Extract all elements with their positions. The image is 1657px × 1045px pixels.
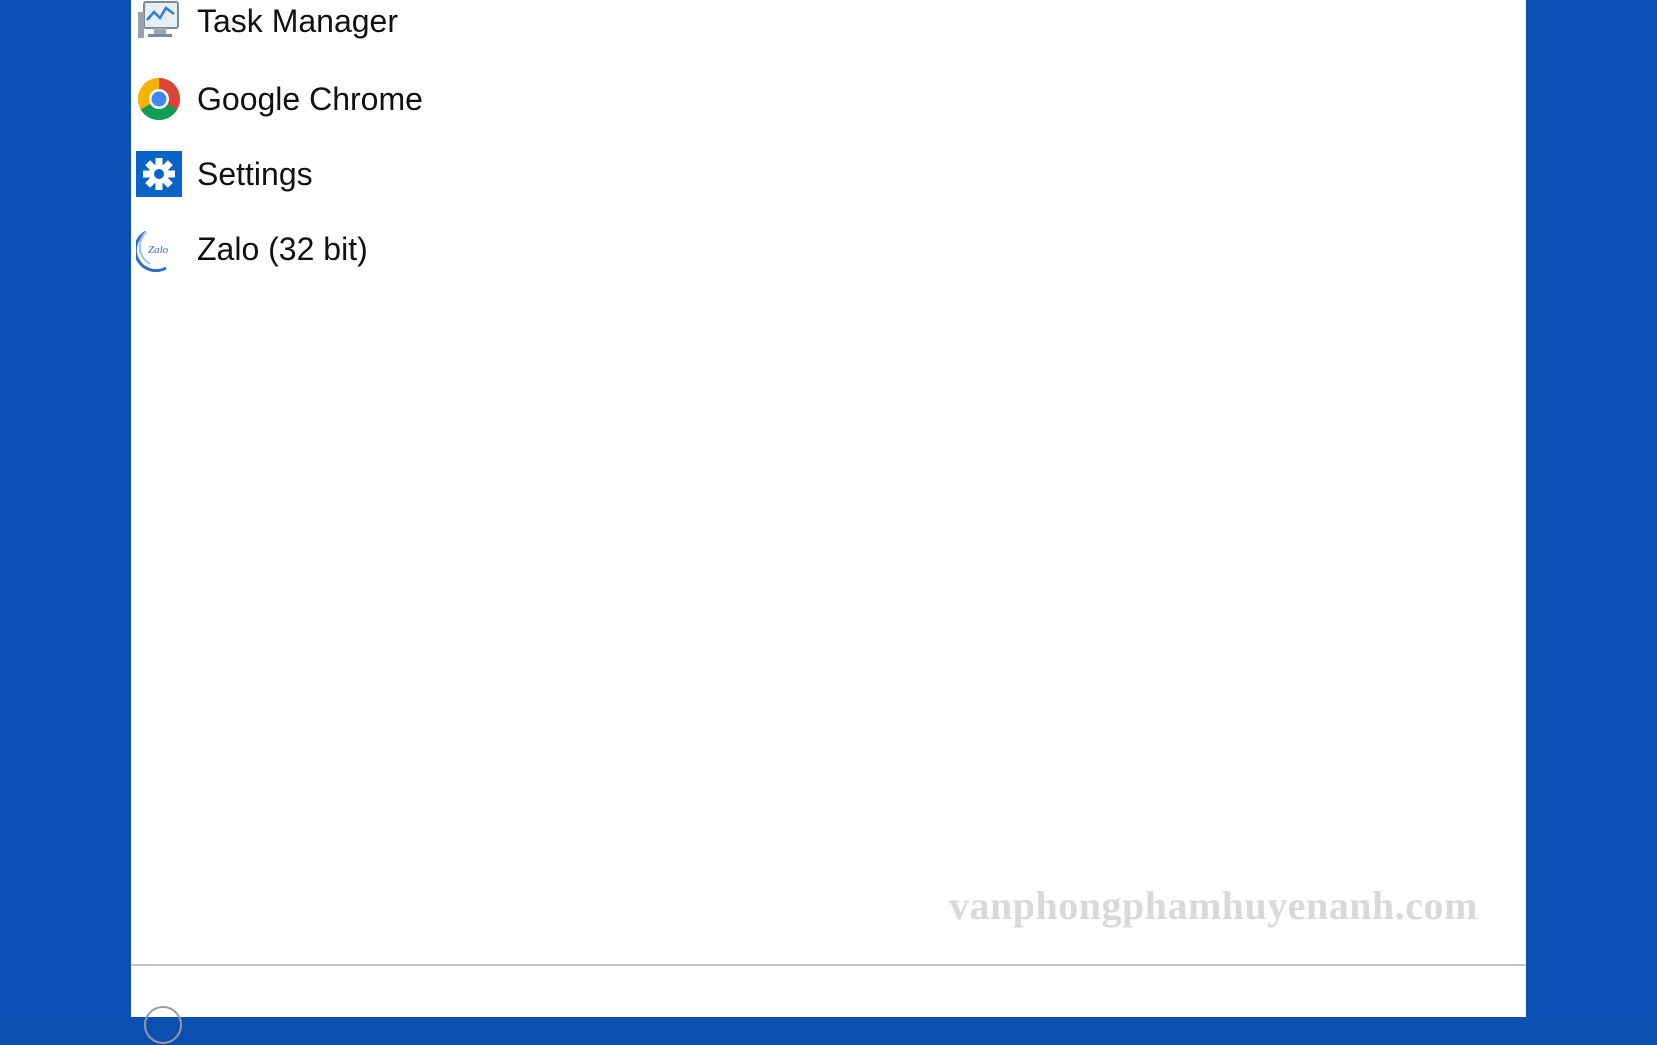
app-label: Task Manager [197, 2, 398, 39]
app-label: Google Chrome [197, 80, 423, 117]
zalo-icon: Zalo [136, 230, 169, 272]
app-label: Zalo (32 bit) [197, 230, 368, 267]
bottom-strip [131, 966, 1526, 1017]
watermark-text: vanphongphamhuyenanh.com [949, 883, 1478, 928]
app-item-task-manager[interactable]: Task Manager [131, 0, 651, 54]
desktop-background-left [0, 0, 131, 1017]
app-item-settings[interactable]: Settings [131, 141, 651, 207]
task-manager-icon [138, 1, 179, 38]
desktop-background-right [1526, 0, 1657, 1017]
settings-gear-icon [136, 151, 182, 197]
chrome-icon [137, 77, 181, 121]
start-menu-panel: Task Manager Google Chrome Settings Zalo… [131, 0, 1526, 1044]
app-item-zalo[interactable]: Zalo Zalo (32 bit) [131, 216, 651, 282]
user-circle-icon[interactable] [143, 1005, 183, 1045]
app-item-google-chrome[interactable]: Google Chrome [131, 66, 651, 132]
app-label: Settings [197, 155, 313, 192]
svg-text:Zalo: Zalo [148, 244, 169, 256]
